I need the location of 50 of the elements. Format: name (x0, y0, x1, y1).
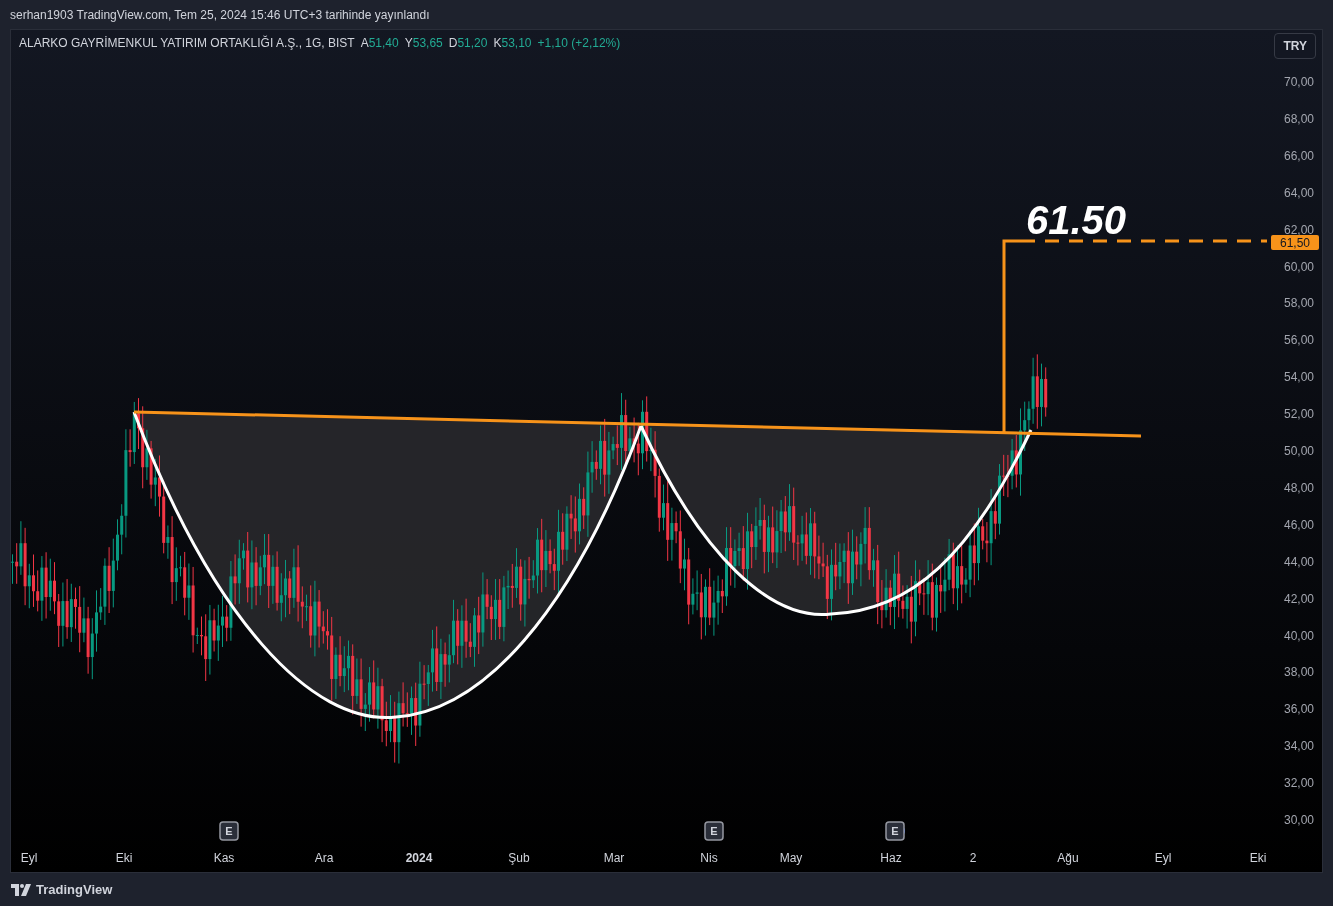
ohlc-value: K53,10 (493, 36, 532, 50)
ohlc-value: Y53,65 (404, 36, 443, 50)
ohlc-value: D51,20 (448, 36, 488, 50)
earnings-marker[interactable]: E (219, 821, 239, 841)
earnings-marker[interactable]: E (704, 821, 724, 841)
price-axis-label: 54,00 (1283, 370, 1314, 385)
time-axis-label: Şub (508, 851, 530, 865)
time-axis-label: Ara (314, 851, 334, 865)
price-axis-label: 64,00 (1283, 185, 1314, 200)
price-axis-label: 34,00 (1283, 739, 1314, 754)
brand-name: TradingView (36, 882, 113, 897)
time-axis-label: Eyl (20, 851, 38, 865)
price-axis-label: 56,00 (1283, 333, 1314, 348)
symbol-title: ALARKO GAYRİMENKUL YATIRIM ORTAKLIĞI A.Ş., 1G, BIST (19, 36, 355, 50)
time-axis-label: Mar (603, 851, 625, 865)
price-tag: 61,50 (1271, 235, 1319, 250)
price-axis-label: 38,00 (1283, 665, 1314, 680)
time-axis-label: 2024 (405, 851, 433, 865)
price-axis-label: 32,00 (1283, 776, 1314, 791)
price-axis-label: 70,00 (1283, 75, 1314, 89)
time-axis-label: Haz (880, 851, 902, 865)
price-axis-label: 48,00 (1283, 480, 1314, 495)
time-axis-label: Nis (700, 851, 718, 865)
earnings-marker[interactable]: E (885, 821, 905, 841)
price-axis-label: 42,00 (1283, 591, 1314, 606)
price-axis-label: 46,00 (1283, 517, 1314, 532)
time-axis-label: May (779, 851, 803, 865)
time-axis-label: Eki (1249, 851, 1267, 865)
price-axis-label: 58,00 (1283, 296, 1314, 311)
price-axis-label: 66,00 (1283, 148, 1314, 163)
price-axis-label: 60,00 (1283, 259, 1314, 274)
time-axis-label: Eyl (1154, 851, 1172, 865)
price-axis-label: 68,00 (1283, 111, 1314, 126)
price-axis-label: 36,00 (1283, 702, 1314, 717)
ohlc-value: A51,40 (360, 36, 399, 50)
time-axis-label: 2 (969, 851, 977, 865)
currency-button[interactable]: TRY (1274, 33, 1316, 59)
time-axis-label: Kas (213, 851, 235, 865)
time-axis-label: Ağu (1057, 851, 1079, 865)
target-label: 61.50 (1026, 198, 1127, 242)
price-change: +1,10 (+2,12%) (537, 36, 621, 50)
publish-info: serhan1903 TradingView.com, Tem 25, 2024 15:46 UTC+3 tarihinde yayınlandı (10, 7, 430, 22)
price-axis-label: 40,00 (1283, 628, 1314, 643)
price-axis-label: 50,00 (1283, 444, 1314, 458)
price-axis-label: 62,00 (1283, 222, 1314, 237)
logo-icon (11, 883, 31, 896)
price-axis-label: 30,00 (1283, 813, 1314, 827)
price-axis-label: 52,00 (1283, 407, 1314, 422)
price-axis-label: 44,00 (1283, 554, 1314, 569)
time-axis-label: Eki (115, 851, 133, 865)
